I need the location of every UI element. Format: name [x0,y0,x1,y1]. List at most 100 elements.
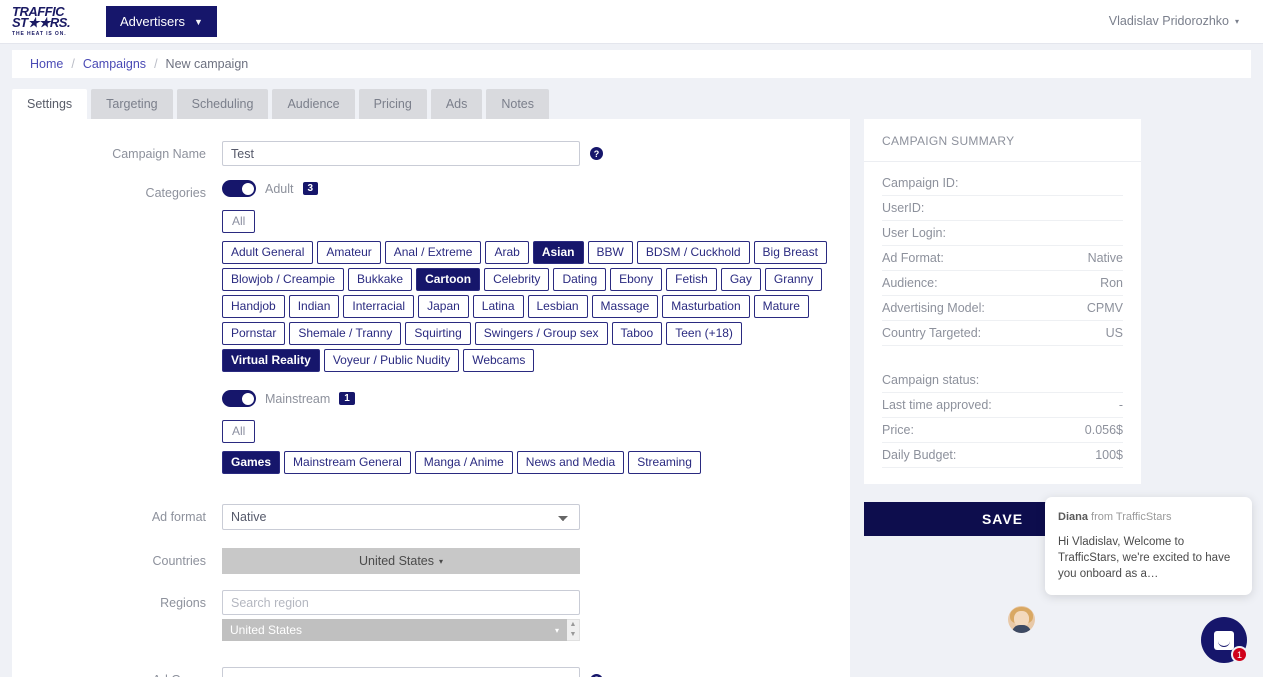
tab-ads[interactable]: Ads [430,89,483,119]
chevron-down-icon: ▼ [194,16,203,27]
category-tag[interactable]: Virtual Reality [222,349,320,372]
field-campaign-name: Campaign Name ? [12,141,850,166]
summary-row-key: Ad Format: [882,251,944,265]
category-tag[interactable]: Latina [472,295,524,318]
category-tag[interactable]: Shemale / Tranny [289,322,402,345]
field-countries: Countries United States ▾ [12,548,850,574]
help-icon[interactable]: ? [590,673,603,677]
category-tag[interactable]: Dating [553,268,607,291]
summary-row: Last time approved: - [882,393,1123,418]
category-tag[interactable]: Arab [485,241,529,264]
category-tag[interactable]: Pornstar [222,322,286,345]
category-tag[interactable]: Bukkake [348,268,413,291]
category-tag[interactable]: Lesbian [527,295,588,318]
category-tag[interactable]: Blowjob / Creampie [222,268,345,291]
breadcrumb-separator: / [154,57,158,71]
category-tag[interactable]: Big Breast [753,241,827,264]
category-tag[interactable]: Mainstream General [284,451,411,474]
summary-row-key: User Login: [882,226,946,240]
countries-dropdown-button[interactable]: United States ▾ [222,548,580,574]
summary-row-value: US [1105,326,1123,340]
summary-row: Daily Budget: 100$ [882,443,1123,468]
advertisers-menu-button[interactable]: Advertisers ▼ [106,6,217,37]
category-tag[interactable]: Webcams [463,349,535,372]
summary-rows-bottom: Campaign status: Last time approved: - Pric… [882,368,1123,468]
chat-unread-badge: 1 [1231,646,1248,663]
chat-agent-avatar [1008,606,1035,633]
user-account-menu[interactable]: Vladislav Pridorozhko ▾ [1099,10,1249,32]
summary-row-key: Daily Budget: [882,448,957,462]
tab-scheduling[interactable]: Scheduling [176,89,269,119]
adult-all-row: All [222,210,834,233]
category-tag[interactable]: Adult General [222,241,314,264]
ad-format-label: Ad format [151,510,206,524]
region-search-input[interactable] [222,590,580,615]
summary-row-value: Native [1087,251,1123,265]
region-list-item[interactable]: United States ▾ [222,619,567,641]
category-tag[interactable]: Handjob [222,295,285,318]
campaign-name-control: ? [222,141,850,166]
help-icon[interactable]: ? [590,147,603,160]
category-tag[interactable]: Masturbation [662,295,750,318]
tab-settings[interactable]: Settings [12,89,88,119]
summary-row-key: Advertising Model: [882,301,985,315]
category-tag[interactable]: Granny [764,268,823,291]
tab-targeting[interactable]: Targeting [91,89,173,119]
page-root: TRAFFIC ST★★RS. THE HEAT IS ON. Advertis… [0,0,1263,677]
category-tag[interactable]: Interracial [343,295,415,318]
category-tag[interactable]: Squirting [405,322,471,345]
category-tag[interactable]: Asian [532,241,584,264]
category-tag[interactable]: Massage [591,295,659,318]
chat-launcher-button[interactable]: 1 [1201,617,1248,663]
breadcrumb-home-link[interactable]: Home [30,57,63,71]
mainstream-toggle-label: Mainstream [265,391,331,406]
summary-row-key: Last time approved: [882,398,992,412]
adult-toggle-switch[interactable] [222,180,256,197]
category-tag[interactable]: BBW [587,241,633,264]
category-tag[interactable]: Gay [720,268,761,291]
adult-tag-all[interactable]: All [222,210,256,233]
category-tag[interactable]: Teen (+18) [666,322,742,345]
ad-group-select[interactable] [222,667,580,677]
tab-audience[interactable]: Audience [272,89,355,119]
breadcrumb-campaigns-link[interactable]: Campaigns [83,57,146,71]
category-tag[interactable]: Manga / Anime [414,451,513,474]
logo-tagline: THE HEAT IS ON. [12,30,67,37]
summary-row-key: Audience: [882,276,938,290]
summary-row: Country Targeted: US [882,321,1123,346]
category-tag[interactable]: News and Media [516,451,625,474]
category-tag[interactable]: Games [222,451,281,474]
chat-message-bubble[interactable]: Diana from TrafficStars Hi Vladislav, We… [1045,497,1252,595]
category-tag[interactable]: Voyeur / Public Nudity [323,349,460,372]
region-list-scrollbar[interactable]: ▲ ▼ [567,619,580,641]
top-navigation-bar: TRAFFIC ST★★RS. THE HEAT IS ON. Advertis… [0,0,1263,44]
ad-group-label: Ad Group [12,667,222,677]
category-tag[interactable]: Ebony [610,268,663,291]
category-tag[interactable]: Mature [753,295,809,318]
ad-group-select-wrap: ? [222,667,850,677]
category-tag[interactable]: BDSM / Cuckhold [636,241,750,264]
mainstream-tag-all[interactable]: All [222,420,256,443]
category-tag[interactable]: Taboo [611,322,663,345]
countries-control: United States ▾ [222,548,850,574]
category-tag[interactable]: Swingers / Group sex [474,322,608,345]
field-ad-group: Ad Group ? Manage Groups [12,667,850,677]
tab-pricing[interactable]: Pricing [358,89,427,119]
category-tag[interactable]: Streaming [628,451,701,474]
ad-format-select[interactable]: Native [222,504,580,530]
mainstream-toggle-switch[interactable] [222,390,256,407]
category-tag[interactable]: Japan [418,295,469,318]
category-tag[interactable]: Cartoon [416,268,481,291]
category-tag[interactable]: Amateur [317,241,381,264]
scroll-up-icon[interactable]: ▲ [570,621,577,628]
category-tag[interactable]: Anal / Extreme [384,241,482,264]
category-tag[interactable]: Celebrity [484,268,550,291]
tab-notes[interactable]: Notes [486,89,550,119]
summary-row: Ad Format: Native [882,246,1123,271]
chat-sender-line: Diana from TrafficStars [1058,509,1239,525]
category-tag[interactable]: Indian [288,295,340,318]
category-tag[interactable]: Fetish [666,268,717,291]
scroll-down-icon[interactable]: ▼ [570,631,577,638]
ad-format-control: Native [222,504,850,530]
campaign-name-input[interactable] [222,141,580,166]
